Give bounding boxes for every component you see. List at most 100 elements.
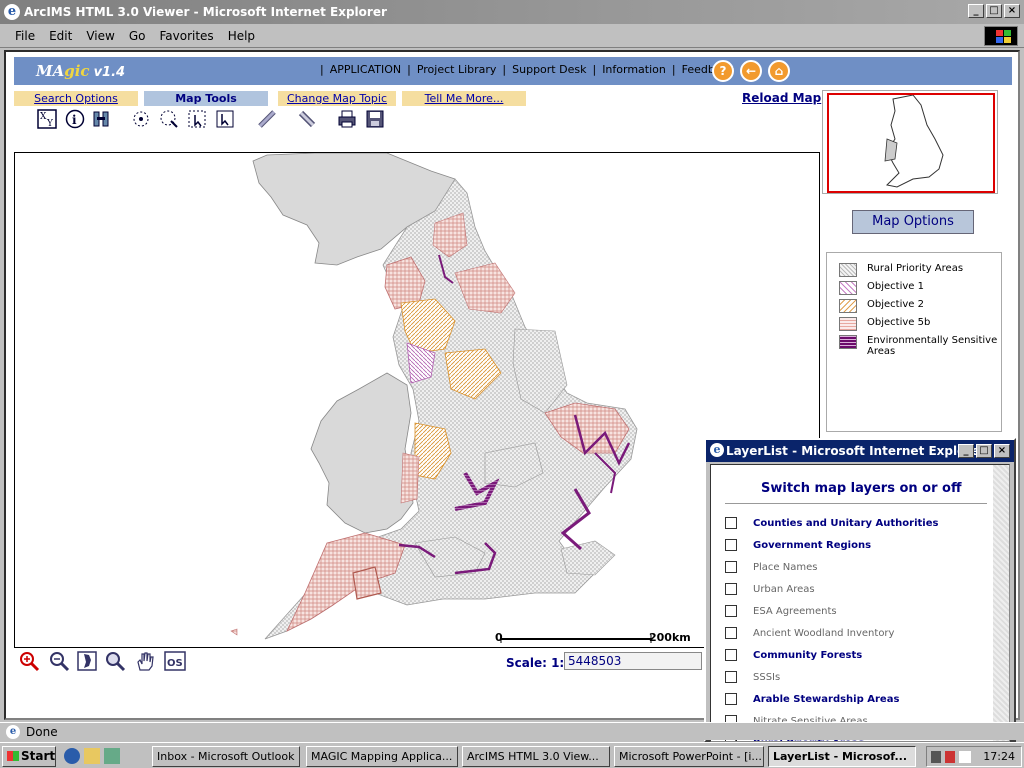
overview-outline xyxy=(884,95,944,188)
select-circle-icon[interactable] xyxy=(130,108,152,130)
scale-label: Scale: 1: xyxy=(506,656,565,670)
map-legend: Rural Priority Areas Objective 1 Objecti… xyxy=(826,252,1002,432)
layer-checkbox[interactable] xyxy=(725,517,737,529)
reload-map-link[interactable]: Reload Map xyxy=(742,91,821,105)
select-line-icon[interactable] xyxy=(158,108,180,130)
svg-text:i: i xyxy=(72,113,77,127)
menu-favorites[interactable]: Favorites xyxy=(152,29,220,43)
minimize-button[interactable]: _ xyxy=(968,4,984,18)
menu-go[interactable]: Go xyxy=(122,29,153,43)
layer-checkbox[interactable] xyxy=(725,693,737,705)
layer-label: SSSIs xyxy=(753,671,781,683)
windows-logo-icon xyxy=(984,26,1018,46)
legend-item: Objective 2 xyxy=(839,299,924,313)
outlook-quicklaunch-icon[interactable] xyxy=(84,748,100,764)
close-button[interactable]: × xyxy=(1004,4,1020,18)
layer-checkbox[interactable] xyxy=(725,605,737,617)
tab-change-map-topic[interactable]: Change Map Topic xyxy=(278,91,396,106)
main-map[interactable]: 0 200km xyxy=(14,152,820,648)
scale-bar-start: 0 xyxy=(495,631,503,644)
layer-checkbox[interactable] xyxy=(725,539,737,551)
taskbar-layerlist[interactable]: LayerList - Microsof... xyxy=(768,746,916,767)
desktop-quicklaunch-icon[interactable] xyxy=(104,748,120,764)
window-title: ArcIMS HTML 3.0 Viewer - Microsoft Inter… xyxy=(24,5,387,19)
layer-checkbox[interactable] xyxy=(725,671,737,683)
full-extent-icon[interactable] xyxy=(76,650,98,672)
scale-input[interactable]: 5448503 xyxy=(564,652,702,670)
layerlist-heading: Switch map layers on or off xyxy=(761,481,962,496)
layer-label: Urban Areas xyxy=(753,583,815,595)
layer-checkbox[interactable] xyxy=(725,627,737,639)
tab-search-options[interactable]: Search Options xyxy=(14,91,138,106)
clock: 17:24 xyxy=(983,750,1015,763)
maximize-button[interactable]: □ xyxy=(986,4,1002,18)
svg-text:Y: Y xyxy=(46,119,54,129)
layer-checkbox[interactable] xyxy=(725,583,737,595)
save-icon[interactable] xyxy=(364,108,386,130)
select-rectangle-icon[interactable] xyxy=(186,108,208,130)
taskbar-arcims[interactable]: ArcIMS HTML 3.0 View... xyxy=(462,746,610,767)
layer-label: Government Regions xyxy=(753,539,872,551)
nav-support-desk[interactable]: Support Desk xyxy=(512,63,586,76)
home-icon[interactable]: ⌂ xyxy=(768,60,790,82)
menu-help[interactable]: Help xyxy=(221,29,262,43)
zoom-active-icon[interactable] xyxy=(104,650,126,672)
layer-row: SSSIs xyxy=(725,671,780,683)
ie-quicklaunch-icon[interactable] xyxy=(64,748,80,764)
layer-row: Counties and Unitary Authorities xyxy=(725,517,938,529)
select-point-icon[interactable] xyxy=(214,108,236,130)
layer-checkbox[interactable] xyxy=(725,649,737,661)
back-icon[interactable]: ← xyxy=(740,60,762,82)
nav-application[interactable]: APPLICATION xyxy=(330,63,401,76)
layer-label: ESA Agreements xyxy=(753,605,837,617)
status-bar: e Done xyxy=(0,722,1024,740)
layerlist-close-button[interactable]: × xyxy=(994,444,1010,458)
zoom-out-icon[interactable] xyxy=(48,650,70,672)
layerlist-minimize-button[interactable]: _ xyxy=(958,444,974,458)
menu-bar: File Edit View Go Favorites Help xyxy=(0,24,1024,48)
xy-coordinates-icon[interactable]: XY xyxy=(36,108,58,130)
tab-tell-me-more[interactable]: Tell Me More... xyxy=(402,91,526,106)
layer-label: Community Forests xyxy=(753,649,863,661)
map-options-button[interactable]: Map Options xyxy=(852,210,974,234)
layer-row: Urban Areas xyxy=(725,583,815,595)
divider xyxy=(725,503,987,504)
layer-label: Arable Stewardship Areas xyxy=(753,693,900,705)
legend-item: Objective 1 xyxy=(839,281,924,295)
layerlist-scrollbar[interactable] xyxy=(993,465,1009,741)
query-icon[interactable] xyxy=(90,108,112,130)
layerlist-title: LayerList - Microsoft Internet Explorer xyxy=(726,444,986,458)
identify-icon[interactable]: i xyxy=(64,108,86,130)
print-icon[interactable] xyxy=(336,108,358,130)
page-icon: e xyxy=(6,724,20,739)
taskbar-outlook[interactable]: Inbox - Microsoft Outlook xyxy=(152,746,300,767)
legend-item: Environmentally Sensitive Areas xyxy=(839,335,999,357)
layer-checkbox[interactable] xyxy=(725,561,737,573)
quick-launch xyxy=(64,748,120,764)
overview-map[interactable] xyxy=(822,90,998,194)
menu-edit[interactable]: Edit xyxy=(42,29,79,43)
layerlist-body: Switch map layers on or off Counties and… xyxy=(710,464,1010,742)
magic-logo: MAgic v1.4 xyxy=(36,62,126,80)
pan-hand-icon[interactable] xyxy=(134,650,156,672)
layerlist-maximize-button[interactable]: □ xyxy=(976,444,992,458)
scale-bar-end: 200km xyxy=(649,631,691,644)
os-grid-icon[interactable]: OS xyxy=(164,650,186,672)
help-icon[interactable]: ? xyxy=(712,60,734,82)
measure-icon[interactable] xyxy=(256,108,278,130)
taskbar-powerpoint[interactable]: Microsoft PowerPoint - [i... xyxy=(614,746,764,767)
taskbar-magic[interactable]: MAGIC Mapping Applica... xyxy=(306,746,458,767)
nav-project-library[interactable]: Project Library xyxy=(417,63,497,76)
zoom-in-icon[interactable] xyxy=(18,650,40,672)
system-tray: 17:24 xyxy=(926,746,1022,767)
window-titlebar: e ArcIMS HTML 3.0 Viewer - Microsoft Int… xyxy=(0,0,1024,24)
buffer-icon[interactable] xyxy=(296,108,318,130)
svg-text:X: X xyxy=(40,112,47,122)
layer-label: Place Names xyxy=(753,561,818,573)
ie-icon: e xyxy=(4,4,20,20)
menu-view[interactable]: View xyxy=(79,29,121,43)
menu-file[interactable]: File xyxy=(8,29,42,43)
tab-map-tools[interactable]: Map Tools xyxy=(144,91,268,106)
nav-information[interactable]: Information xyxy=(602,63,666,76)
start-button[interactable]: Start xyxy=(2,746,56,767)
